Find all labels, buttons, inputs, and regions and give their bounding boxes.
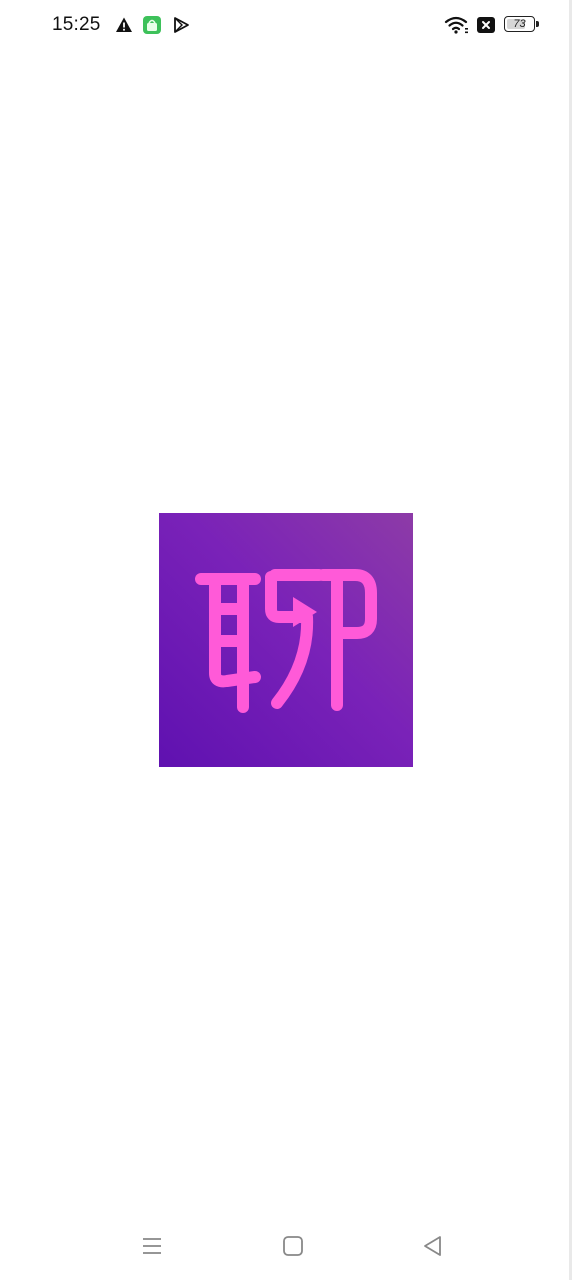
back-icon[interactable]: [415, 1230, 451, 1262]
battery-body: 73: [504, 16, 535, 32]
home-icon[interactable]: [275, 1230, 311, 1262]
no-sim-icon: [475, 14, 497, 36]
play-store-icon: [170, 14, 192, 36]
app-notification-icon: [141, 14, 163, 36]
status-time: 15:25: [52, 14, 101, 35]
battery-indicator: 73: [504, 16, 540, 34]
wifi-icon: [444, 14, 470, 36]
navigation-bar: [0, 1216, 572, 1280]
battery-tip: [536, 21, 539, 27]
battery-level: 73: [513, 18, 526, 30]
warning-icon: [113, 14, 135, 36]
status-bar: 15:25 73: [0, 0, 572, 52]
app-logo-icon: [159, 513, 413, 767]
menu-icon[interactable]: [134, 1230, 170, 1262]
